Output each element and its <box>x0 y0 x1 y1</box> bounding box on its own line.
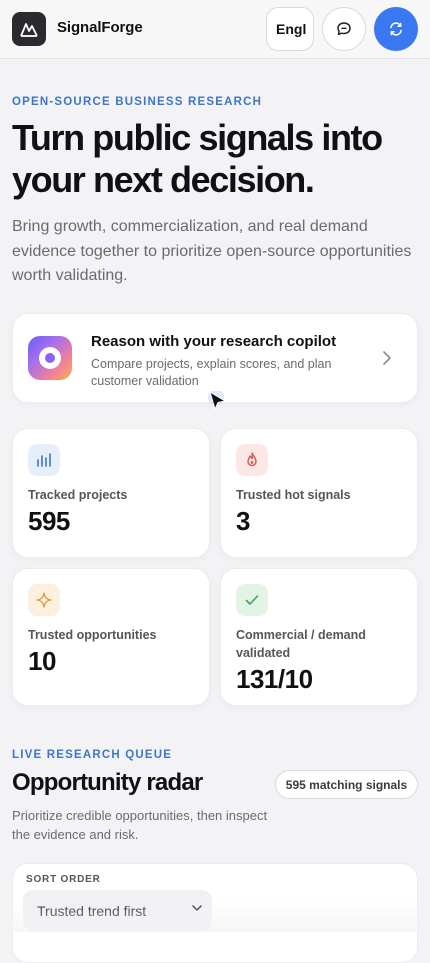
chevron-right-icon <box>383 351 391 365</box>
stat-card-tracked-projects[interactable]: Tracked projects 595 <box>12 428 210 558</box>
sync-icon <box>390 22 402 36</box>
chat-button[interactable] <box>322 7 366 51</box>
stat-value: 131/10 <box>236 664 313 694</box>
copilot-orb-icon <box>28 336 72 380</box>
hero-title: Turn public signals into your next decis… <box>12 117 383 200</box>
flame-icon <box>236 444 268 476</box>
sort-order-select[interactable]: Trusted trend first <box>23 890 212 931</box>
stat-label: Commercial / demand validated <box>236 628 366 660</box>
stat-label: Trusted opportunities <box>28 628 157 642</box>
queue-subtitle: Prioritize credible opportunities, then … <box>12 808 268 842</box>
queue-title: Opportunity radar <box>12 769 203 796</box>
queue-eyebrow: LIVE RESEARCH QUEUE <box>12 749 173 761</box>
stat-value: 3 <box>236 506 250 536</box>
sort-selected-value: Trusted trend first <box>37 902 147 919</box>
mouse-cursor-icon <box>208 391 227 411</box>
matching-signals-badge: 595 matching signals <box>275 770 418 799</box>
sync-button[interactable] <box>374 7 418 51</box>
sort-label: SORT ORDER <box>26 874 101 885</box>
stat-card-opportunities[interactable]: Trusted opportunities 10 <box>12 568 210 706</box>
chevron-down-icon <box>192 905 202 911</box>
sparkle-icon <box>28 584 60 616</box>
hero-eyebrow: OPEN-SOURCE BUSINESS RESEARCH <box>12 96 263 108</box>
stat-label: Trusted hot signals <box>236 488 351 502</box>
app-name: SignalForge <box>57 19 143 36</box>
sort-card: SORT ORDER Trusted trend first <box>12 863 418 963</box>
copilot-description: Compare projects, explain scores, and pl… <box>91 357 332 388</box>
stat-value: 10 <box>28 646 56 676</box>
stat-value: 595 <box>28 506 70 536</box>
mountain-logo-icon[interactable] <box>12 12 46 46</box>
check-icon <box>236 584 268 616</box>
hero-subtitle: Bring growth, commercialization, and rea… <box>12 218 412 284</box>
copilot-card[interactable]: Reason with your research copilot Compar… <box>12 313 418 403</box>
stat-card-validated[interactable]: Commercial / demand validated 131/10 <box>220 568 418 706</box>
chat-bubble-icon <box>337 22 351 36</box>
stat-card-hot-signals[interactable]: Trusted hot signals 3 <box>220 428 418 558</box>
copilot-title: Reason with your research copilot <box>91 333 337 350</box>
bar-chart-icon <box>28 444 60 476</box>
language-button[interactable]: Engl <box>266 7 314 51</box>
app-header: SignalForge Engl <box>0 0 430 59</box>
stat-label: Tracked projects <box>28 488 128 502</box>
